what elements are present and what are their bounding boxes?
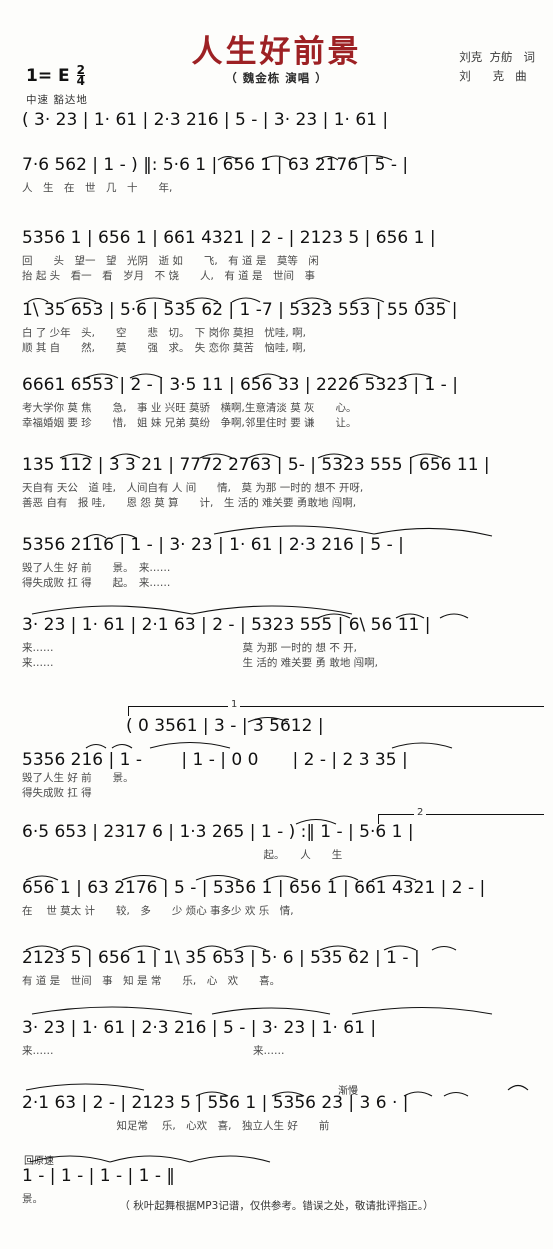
system-13: 3· 23 | 1· 61 | 2·3 216 | 5 - | 3· 23 | … xyxy=(0,1018,553,1059)
notation-row: 6661 6553 | 2 - | 3·5 11 | 656 33 | 2226… xyxy=(22,375,458,395)
notation-row: 656 1 | 63 2176 | 5 - | 5356 1 | 656 1 |… xyxy=(22,878,486,898)
notation-row: 5356 216 | 1 - | 1 - | 0 0 | 2 - | 2 3 3… xyxy=(22,750,408,770)
lyric-row: 顺 其 自 然, 莫 强 求。 失 恋你 莫苦 恼哇, 啊, xyxy=(22,342,306,354)
lyric-row: 得失成败 扛 得 起。 来…… xyxy=(22,577,171,589)
lyric-row: 回 头 望一 望 光阴 逝 如 飞, 有 道 是 莫等 闲 xyxy=(22,255,319,267)
notation-row: 5356 1 | 656 1 | 661 4321 | 2 - | 2123 5… xyxy=(22,228,436,248)
lyric-row: 有 道 是 世间 事 知 是 常 乐, 心 欢 喜。 xyxy=(22,975,281,987)
lyric-row: 天自有 天公 道 哇, 人间自有 人 间 情, 莫 为那 一时的 想不 开呀, xyxy=(22,482,364,494)
notation-row: 1\ 35 653 | 5·6 | 535 62 | 1 -7 | 5323 5… xyxy=(22,300,458,320)
lyric-row: 来…… 莫 为那 一时的 想 不 开, xyxy=(22,642,358,654)
lyric-row: 白 了 少年 头, 空 悲 切。 下 岗你 莫担 忧哇, 啊, xyxy=(22,327,306,339)
notation-row: 3· 23 | 1· 61 | 2·1 63 | 2 - | 5323 555 … xyxy=(22,615,431,635)
notation-row: 6·5 653 | 2317 6 | 1·3 265 | 1 - ) :‖ 1 … xyxy=(22,822,414,842)
lyric-row: 考大学你 莫 焦 急, 事 业 兴旺 莫骄 横啊,生意清淡 莫 灰 心。 xyxy=(22,402,357,414)
meter-denominator: 4 xyxy=(76,74,85,88)
system-9: 5356 216 | 1 - | 1 - | 0 0 | 2 - | 2 3 3… xyxy=(0,745,553,801)
system-12: 2123 5 | 656 1 | 1\ 35 653 | 5· 6 | 535 … xyxy=(0,948,553,989)
system-10: 6·5 653 | 2317 6 | 1·3 265 | 1 - ) :‖ 1 … xyxy=(0,822,553,863)
notation-row: ( 0 3561 | 3 - | 3 5612 | xyxy=(126,716,324,736)
notation-row: 2·1 63 | 2 - | 2123 5 | 556 1 | 5356 23 … xyxy=(22,1093,409,1113)
lyric-row: 抬 起 头 看一 看 岁月 不 饶 人, 有 道 是 世间 事 xyxy=(22,270,316,282)
lyric-row: 善恶 自有 报 哇, 恩 怨 莫 算 计, 生 活的 难关要 勇敢地 闯啊, xyxy=(22,497,357,509)
lyric-row: 毁了人生 好 前 景。 来…… xyxy=(22,562,171,574)
system-8: 3· 23 | 1· 61 | 2·1 63 | 2 - | 5323 555 … xyxy=(0,615,553,671)
ending-2-label: 2 xyxy=(414,807,427,818)
lyric-row: 毁了人生 好 前 景。 xyxy=(22,772,134,784)
notation-row: 5356 2116 | 1 - | 3· 23 | 1· 61 | 2·3 21… xyxy=(22,535,404,555)
notation-row: ( 3· 23 | 1· 61 | 2·3 216 | 5 - | 3· 23 … xyxy=(22,110,389,130)
system-5: 6661 6553 | 2 - | 3·5 11 | 656 33 | 2226… xyxy=(0,375,553,431)
system-14: 2·1 63 | 2 - | 2123 5 | 556 1 | 5356 23 … xyxy=(0,1093,553,1134)
credits: 刘克 方舫 词 刘 克 曲 xyxy=(459,48,535,86)
notation-row: 7·6 562 | 1 - ) ‖: 5·6 1 | 656 1 | 63 21… xyxy=(22,155,409,175)
ending-1-label: 1 xyxy=(228,699,241,710)
a-tempo-marking: 回原速 xyxy=(24,1156,54,1167)
lyric-row: 得失成败 扛 得 xyxy=(22,787,92,799)
ending-1-bracket xyxy=(128,706,544,716)
lyric-row: 起。 人 生 xyxy=(22,849,343,861)
system-2: 7·6 562 | 1 - ) ‖: 5·6 1 | 656 1 | 63 21… xyxy=(0,155,553,196)
key-label: 1= E xyxy=(26,66,70,86)
composer-credit: 刘 克 曲 xyxy=(459,69,527,83)
time-signature: 2 4 xyxy=(76,64,85,88)
lyricist-credit: 刘克 方舫 词 xyxy=(459,50,535,64)
notation-row: 3· 23 | 1· 61 | 2·3 216 | 5 - | 3· 23 | … xyxy=(22,1018,377,1038)
system-11: 656 1 | 63 2176 | 5 - | 5356 1 | 656 1 |… xyxy=(0,878,553,919)
system-1: ( 3· 23 | 1· 61 | 2·3 216 | 5 - | 3· 23 … xyxy=(0,110,553,136)
tempo-marking: 中速 豁达地 xyxy=(26,94,88,106)
notation-row: 135 112 | 3 3 21 | 7772 2763 | 5- | 5323… xyxy=(22,455,490,475)
lyric-row: 知足常 乐, 心欢 喜, 独立人生 好 前 xyxy=(22,1120,330,1132)
lyric-row: 人 生 在 世 几 十 年, xyxy=(22,182,173,194)
system-7: 5356 2116 | 1 - | 3· 23 | 1· 61 | 2·3 21… xyxy=(0,535,553,591)
lyric-row: 来…… 生 活的 难关要 勇 敢地 闯啊, xyxy=(22,657,379,669)
system-9-upper-voice: ( 0 3561 | 3 - | 3 5612 | xyxy=(0,716,553,742)
sheet-music-page: 人生好前景 （ 魏金栋 演唱 ） 刘克 方舫 词 刘 克 曲 1= E 2 4 … xyxy=(0,0,553,1249)
lyric-row: 在 世 莫太 计 较, 多 少 烦心 事多少 欢 乐 情, xyxy=(22,905,294,917)
lyric-row: 幸福婚姻 要 珍 惜, 姐 妹 兄弟 莫纷 争啊,邻里住时 要 谦 让。 xyxy=(22,417,357,429)
system-4: 1\ 35 653 | 5·6 | 535 62 | 1 -7 | 5323 5… xyxy=(0,300,553,356)
lyric-row: 来…… 来…… xyxy=(22,1045,285,1057)
notation-row: 2123 5 | 656 1 | 1\ 35 653 | 5· 6 | 535 … xyxy=(22,948,420,968)
key-signature: 1= E 2 4 xyxy=(26,64,85,88)
system-3: 5356 1 | 656 1 | 661 4321 | 2 - | 2123 5… xyxy=(0,228,553,284)
notation-row: 1 - | 1 - | 1 - | 1 - ‖ xyxy=(22,1166,175,1186)
system-6: 135 112 | 3 3 21 | 7772 2763 | 5- | 5323… xyxy=(0,455,553,511)
transcription-note: （ 秋叶起舞根据MP3记谱，仅供参考。错误之处，敬请批评指正。） xyxy=(119,1200,434,1212)
